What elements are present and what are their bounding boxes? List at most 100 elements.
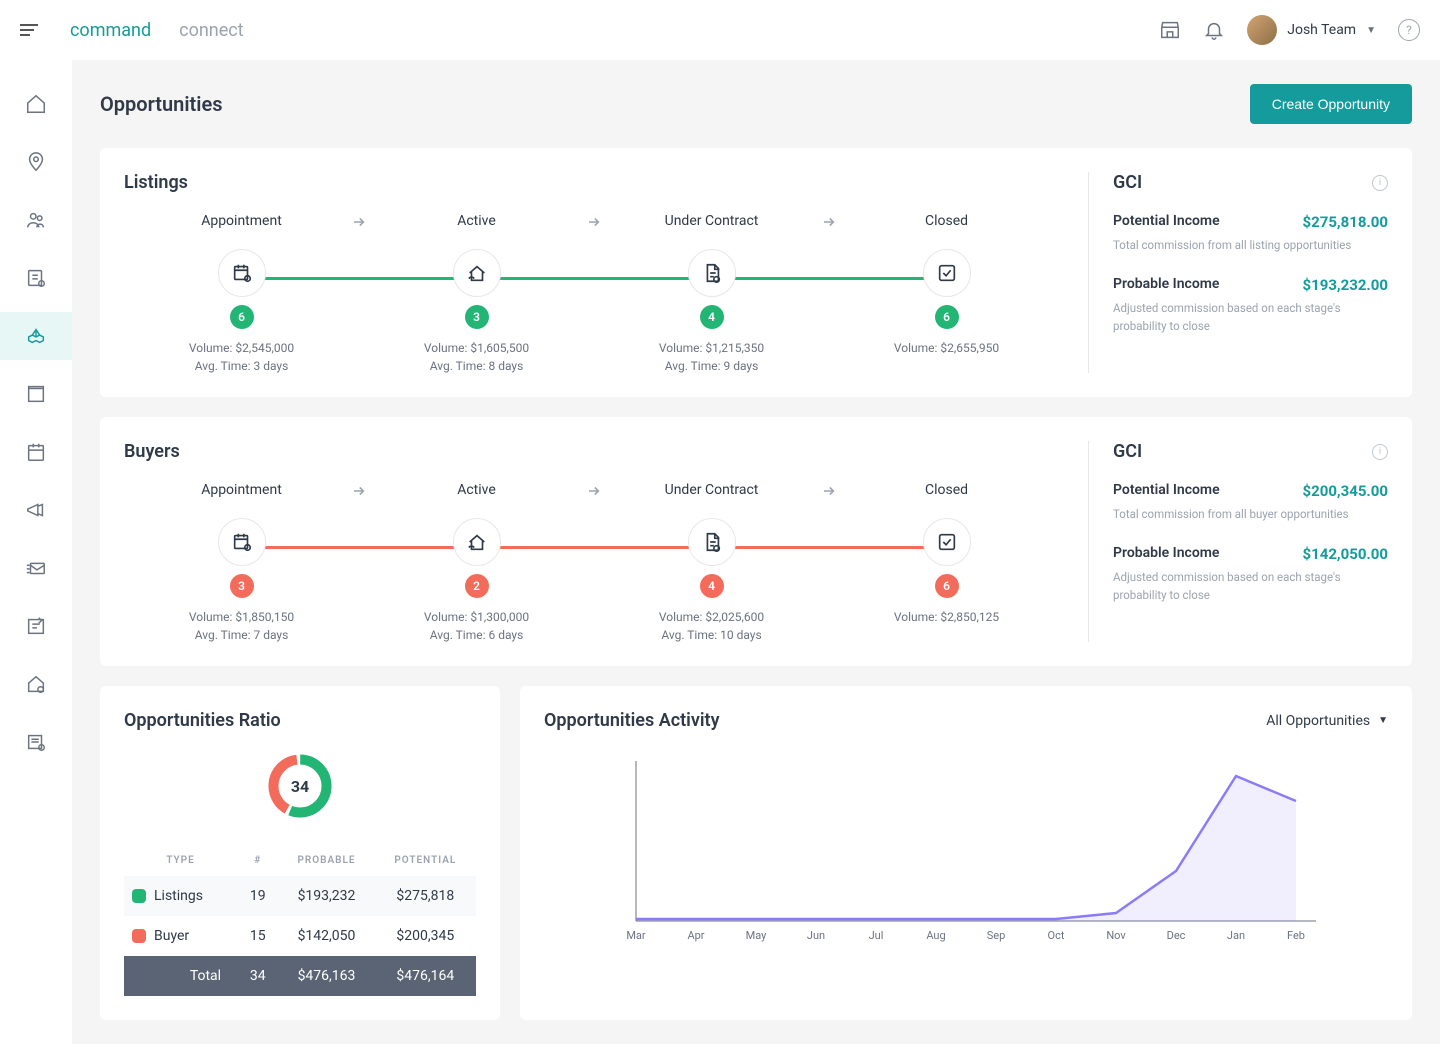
avatar xyxy=(1247,15,1277,45)
table-row-total: Total 34 $476,163 $476,164 xyxy=(124,956,476,996)
house-icon[interactable] xyxy=(453,249,501,297)
stage-count: 6 xyxy=(935,574,959,598)
sidebar xyxy=(0,60,72,1044)
svg-text:Feb: Feb xyxy=(1287,929,1305,942)
stage-volume: Volume: $1,300,000 xyxy=(359,610,594,624)
svg-text:Jan: Jan xyxy=(1227,929,1245,942)
total-probable: $476,163 xyxy=(278,956,374,996)
svg-text:Apr: Apr xyxy=(687,929,704,942)
potential-value: $200,345.00 xyxy=(1303,482,1389,500)
sidebar-campaigns[interactable] xyxy=(0,486,72,534)
listings-card: Listings Appointment 6 Volume: $2,545,00… xyxy=(100,148,1412,397)
activity-card: Opportunities Activity All Opportunities… xyxy=(520,686,1412,1020)
stage-time: Avg. Time: 7 days xyxy=(124,628,359,642)
svg-text:Aug: Aug xyxy=(926,929,945,942)
row-count: 19 xyxy=(237,876,278,916)
stage-volume: Volume: $2,850,125 xyxy=(829,610,1064,624)
row-potential: $275,818 xyxy=(375,876,476,916)
info-icon[interactable]: i xyxy=(1372,175,1388,191)
probable-desc: Adjusted commission based on each stage'… xyxy=(1113,569,1388,604)
probable-label: Probable Income xyxy=(1113,276,1219,294)
calendar-icon[interactable] xyxy=(218,518,266,566)
probable-value: $193,232.00 xyxy=(1303,276,1389,294)
sidebar-opportunities[interactable] xyxy=(0,312,72,360)
page-title: Opportunities xyxy=(100,92,223,116)
app-header: command connect Josh Team ▼ ? xyxy=(0,0,1440,60)
create-opportunity-button[interactable]: Create Opportunity xyxy=(1250,84,1412,124)
sidebar-calendar[interactable] xyxy=(0,428,72,476)
stage-volume: Volume: $2,655,950 xyxy=(829,341,1064,355)
svg-text:Mar: Mar xyxy=(626,929,646,942)
stage-count: 4 xyxy=(700,305,724,329)
sidebar-market-center[interactable] xyxy=(0,660,72,708)
check-icon[interactable] xyxy=(923,249,971,297)
listings-pipeline: Appointment 6 Volume: $2,545,000 Avg. Ti… xyxy=(124,213,1064,373)
bell-icon[interactable] xyxy=(1203,19,1225,41)
stage-label: Appointment xyxy=(124,213,359,229)
document-icon[interactable] xyxy=(688,249,736,297)
activity-filter-dropdown[interactable]: All Opportunities ▼ xyxy=(1266,713,1388,729)
potential-label: Potential Income xyxy=(1113,213,1220,231)
th-count: # xyxy=(237,845,278,876)
stage-time: Avg. Time: 9 days xyxy=(594,359,829,373)
stage-label: Appointment xyxy=(124,482,359,498)
svg-text:Oct: Oct xyxy=(1048,929,1065,942)
tab-connect[interactable]: connect xyxy=(179,20,243,41)
user-name: Josh Team xyxy=(1287,22,1356,38)
probable-label: Probable Income xyxy=(1113,545,1219,563)
stage-label: Closed xyxy=(829,482,1064,498)
sidebar-home[interactable] xyxy=(0,80,72,128)
stage-volume: Volume: $1,850,150 xyxy=(124,610,359,624)
th-type: TYPE xyxy=(124,845,237,876)
sidebar-notes[interactable] xyxy=(0,602,72,650)
calendar-icon[interactable] xyxy=(218,249,266,297)
row-potential: $200,345 xyxy=(375,916,476,956)
stage-count: 4 xyxy=(700,574,724,598)
stage-label: Active xyxy=(359,213,594,229)
sidebar-mail[interactable] xyxy=(0,544,72,592)
stage-time: Avg. Time: 6 days xyxy=(359,628,594,642)
legend-dot xyxy=(132,889,146,903)
stage-time: Avg. Time: 10 days xyxy=(594,628,829,642)
ratio-card: Opportunities Ratio 34 TYPE # xyxy=(100,686,500,1020)
stage-count: 2 xyxy=(465,574,489,598)
activity-chart: Mar Apr May Jun Jul Aug Sep Oct Nov Dec … xyxy=(544,751,1388,951)
probable-value: $142,050.00 xyxy=(1303,545,1389,563)
stage-label: Under Contract xyxy=(594,482,829,498)
sidebar-tasks[interactable] xyxy=(0,254,72,302)
sidebar-location[interactable] xyxy=(0,138,72,186)
donut-chart: 34 xyxy=(265,751,335,821)
table-row: Buyer 15 $142,050 $200,345 xyxy=(124,916,476,956)
market-icon[interactable] xyxy=(1159,19,1181,41)
total-potential: $476,164 xyxy=(375,956,476,996)
chevron-down-icon: ▼ xyxy=(1378,715,1388,726)
user-menu[interactable]: Josh Team ▼ xyxy=(1247,15,1376,45)
sidebar-reports[interactable] xyxy=(0,718,72,766)
stage-volume: Volume: $2,545,000 xyxy=(124,341,359,355)
table-row: Listings 19 $193,232 $275,818 xyxy=(124,876,476,916)
document-icon[interactable] xyxy=(688,518,736,566)
sidebar-contacts[interactable] xyxy=(0,196,72,244)
check-icon[interactable] xyxy=(923,518,971,566)
menu-icon[interactable] xyxy=(20,24,40,36)
listings-title: Listings xyxy=(124,172,1064,193)
svg-text:Sep: Sep xyxy=(987,929,1006,942)
buyers-title: Buyers xyxy=(124,441,1064,462)
info-icon[interactable]: i xyxy=(1372,444,1388,460)
tab-command[interactable]: command xyxy=(70,20,151,41)
row-type: Listings xyxy=(154,888,203,904)
gci-title: GCI xyxy=(1113,441,1142,462)
house-icon[interactable] xyxy=(453,518,501,566)
gci-title: GCI xyxy=(1113,172,1142,193)
svg-text:Dec: Dec xyxy=(1167,929,1186,942)
potential-desc: Total commission from all listing opport… xyxy=(1113,237,1388,254)
sidebar-listings[interactable] xyxy=(0,370,72,418)
stage-count: 3 xyxy=(230,574,254,598)
stage-label: Closed xyxy=(829,213,1064,229)
potential-label: Potential Income xyxy=(1113,482,1220,500)
buyers-card: Buyers Appointment 3 Volume: $1,850,150 … xyxy=(100,417,1412,666)
potential-value: $275,818.00 xyxy=(1303,213,1389,231)
row-type: Buyer xyxy=(154,928,189,944)
donut-value: 34 xyxy=(265,751,335,821)
help-icon[interactable]: ? xyxy=(1398,19,1420,41)
